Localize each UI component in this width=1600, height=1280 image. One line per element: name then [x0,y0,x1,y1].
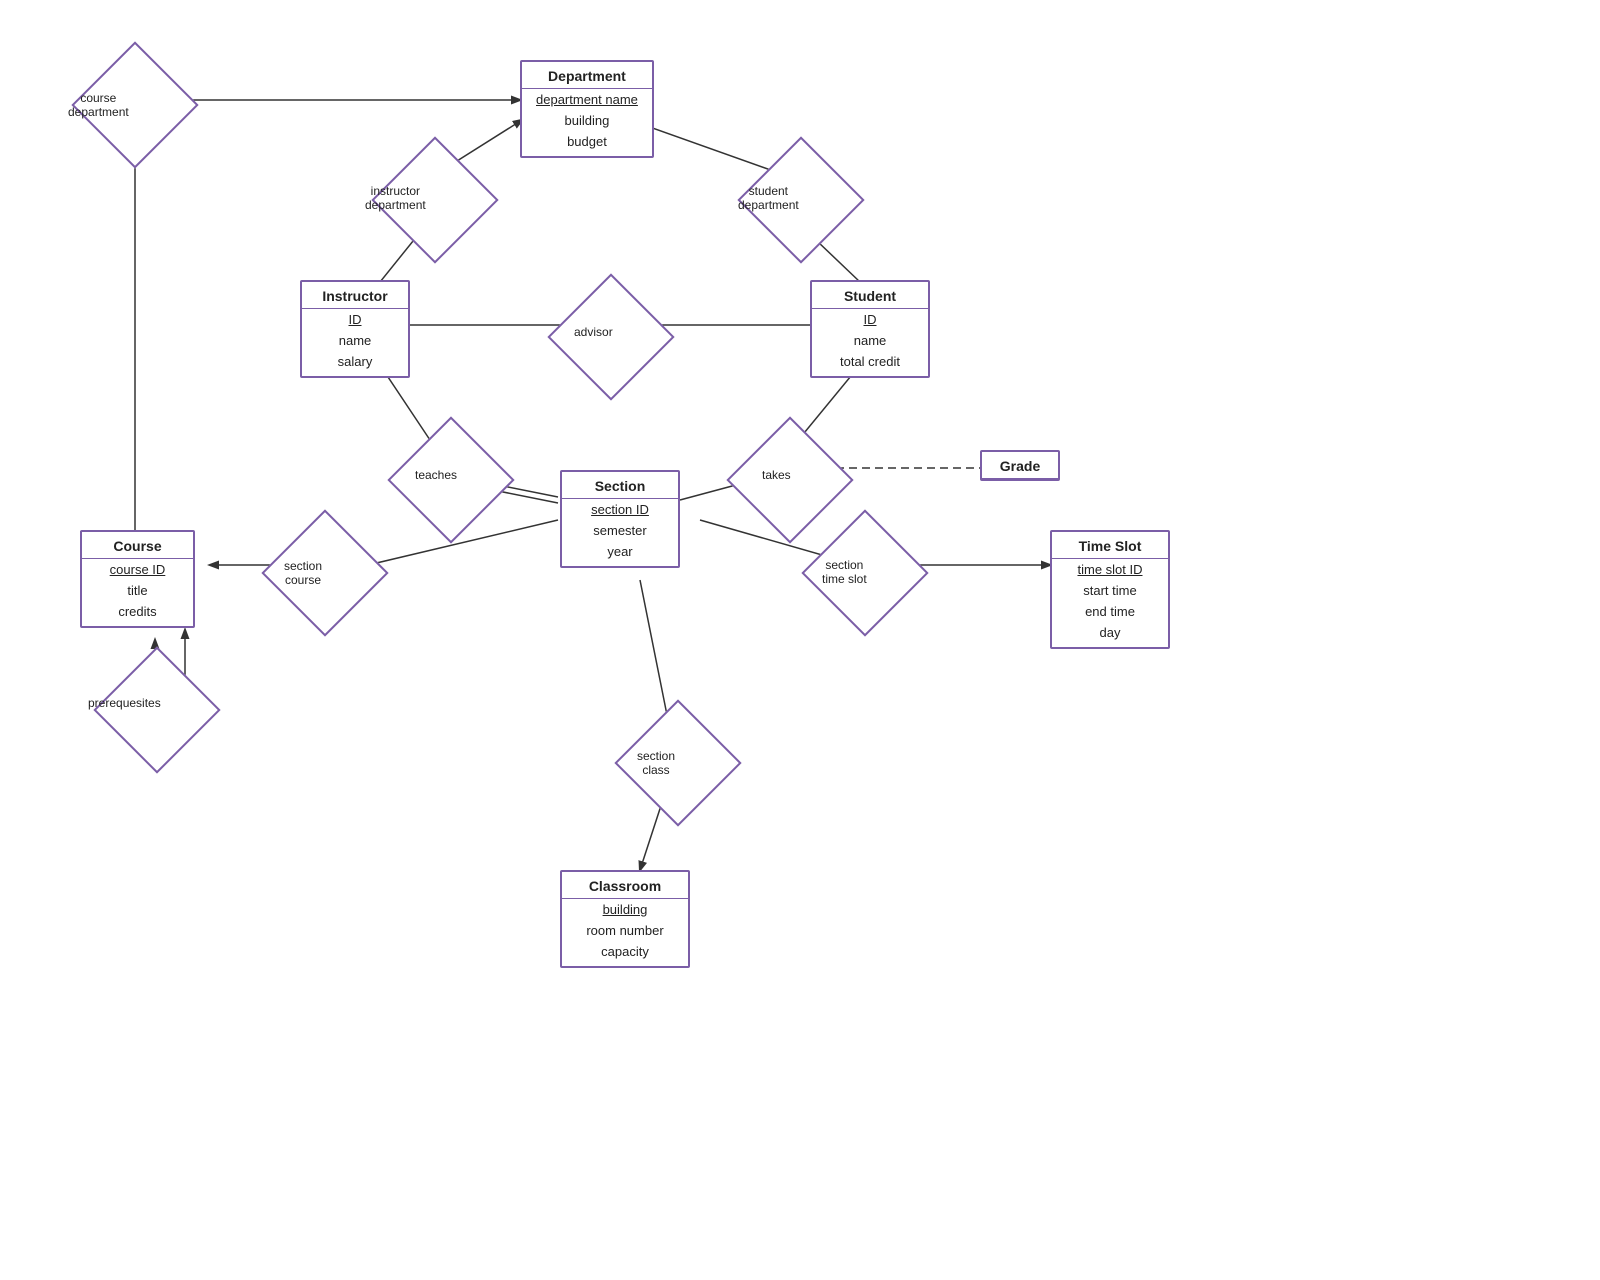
entity-instructor-title: Instructor [302,282,408,309]
relationship-section-course [261,509,388,636]
entity-classroom-attr-building: building [562,899,688,920]
relationship-section-timeslot [801,509,928,636]
relationship-advisor [547,273,674,400]
entity-student-attr-id: ID [812,309,928,330]
entity-instructor-attr-id: ID [302,309,408,330]
entity-section-attr-year: year [562,541,678,566]
entity-section-attr-semester: semester [562,520,678,541]
entity-timeslot-attr-start: start time [1052,580,1168,601]
entity-course-title: Course [82,532,193,559]
entity-timeslot: Time Slot time slot ID start time end ti… [1050,530,1170,649]
entity-grade-title: Grade [982,452,1058,479]
er-diagram: Department department name building budg… [0,0,1600,1280]
entity-section-title: Section [562,472,678,499]
entity-student: Student ID name total credit [810,280,930,378]
entity-department: Department department name building budg… [520,60,654,158]
entity-department-attr-name: department name [522,89,652,110]
entity-classroom: Classroom building room number capacity [560,870,690,968]
entity-department-attr-building: building [522,110,652,131]
entity-department-title: Department [522,62,652,89]
relationship-instructor-dept [371,136,498,263]
entity-student-attr-credit: total credit [812,351,928,376]
relationship-course-dept [71,41,198,168]
relationship-teaches [387,416,514,543]
entity-timeslot-attr-id: time slot ID [1052,559,1168,580]
entity-section: Section section ID semester year [560,470,680,568]
entity-course: Course course ID title credits [80,530,195,628]
entity-student-title: Student [812,282,928,309]
entity-department-attr-budget: budget [522,131,652,156]
entity-timeslot-title: Time Slot [1052,532,1168,559]
entity-section-attr-id: section ID [562,499,678,520]
entity-timeslot-attr-end: end time [1052,601,1168,622]
entity-timeslot-attr-day: day [1052,622,1168,647]
entity-grade: Grade [980,450,1060,481]
entity-classroom-attr-capacity: capacity [562,941,688,966]
relationship-student-dept [737,136,864,263]
relationship-takes [726,416,853,543]
entity-student-attr-name: name [812,330,928,351]
entity-classroom-attr-room: room number [562,920,688,941]
entity-course-attr-credits: credits [82,601,193,626]
entity-instructor-attr-name: name [302,330,408,351]
relationship-prerequesites [93,646,220,773]
entity-course-attr-id: course ID [82,559,193,580]
entity-instructor-attr-salary: salary [302,351,408,376]
entity-instructor: Instructor ID name salary [300,280,410,378]
entity-classroom-title: Classroom [562,872,688,899]
relationship-section-class [614,699,741,826]
entity-course-attr-title: title [82,580,193,601]
